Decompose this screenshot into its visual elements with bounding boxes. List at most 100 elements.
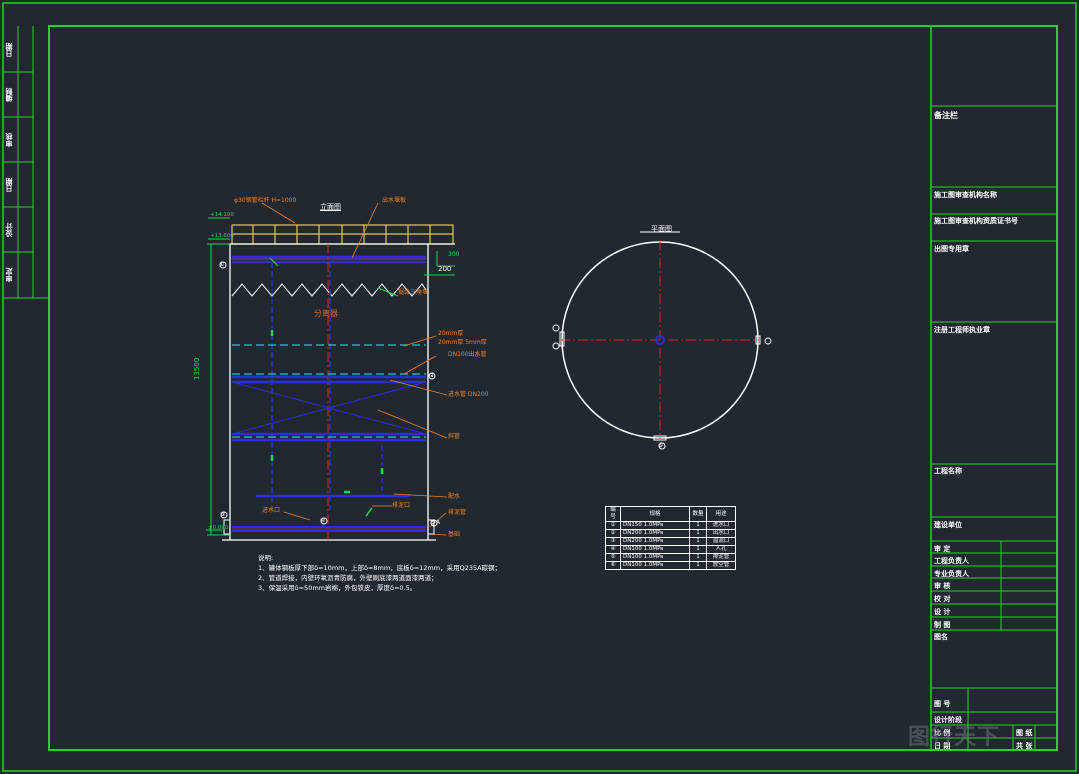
table-row: ⑤ DN100 1.0MPa 1 排泥管 <box>605 553 736 562</box>
notes-line-1: 1、罐体钢板厚下部δ=10mm，上部δ=8mm，底板δ=12mm，采用Q235A… <box>258 564 502 572</box>
level-bottom: ±0.000 <box>208 525 229 531</box>
center-pipe <box>271 262 331 510</box>
cell: DN150 1.0MPa <box>620 521 690 530</box>
level-mid: +13.600 <box>210 233 234 239</box>
remarks-box: 备注栏 <box>934 111 958 120</box>
cell: ① <box>605 521 621 530</box>
table-row: ① DN150 1.0MPa 1 进水口 <box>605 521 736 530</box>
th-use: 用途 <box>706 506 736 522</box>
th-no: 编号 <box>605 506 621 522</box>
callout-w9: 排泥管 <box>448 509 467 516</box>
table-row: ④ DN100 1.0MPa 1 人孔 <box>605 545 736 554</box>
drawing-name: 图名 <box>934 633 948 641</box>
cell: DN100 1.0MPa <box>620 545 690 554</box>
cell: ④ <box>605 545 621 554</box>
sign-row: 校 对 <box>932 592 1056 603</box>
cell: DN100 1.0MPa <box>620 561 690 570</box>
cell: 1 <box>689 521 707 530</box>
sign-role: 专业负责人 <box>934 570 969 578</box>
marker-6: ⑥ <box>658 442 664 449</box>
notes-line-2: 2、管道焊接，内壁环氧沥青防腐，外壁刷底漆两道面漆两道； <box>258 574 438 582</box>
cell: 1 <box>689 553 707 562</box>
callout-w2: 20mm厚 5mm厚 <box>438 339 487 346</box>
stamp-box: 出图专用章 <box>934 245 969 253</box>
pipe-table: 编号 规格 数量 用途 ① DN150 1.0MPa 1 进水口 ② DN200… <box>605 506 736 570</box>
callout-rail: φ30钢管栏杆 H=1000 <box>234 197 297 204</box>
cell: 1 <box>689 545 707 554</box>
callout-w8: 进水口 <box>262 507 281 514</box>
bottom-pipes <box>232 446 426 532</box>
info-value: 图 纸 <box>1016 729 1033 737</box>
info-value: 共 张 <box>1016 742 1033 750</box>
cell: ② <box>605 529 621 538</box>
section-mark: A <box>436 519 441 526</box>
height-dimension: 13500 <box>193 357 201 380</box>
th-qty: 数量 <box>689 506 707 522</box>
marker-2: ② <box>429 372 435 379</box>
cell: 进水口 <box>706 521 736 530</box>
cell: ⑤ <box>605 553 621 562</box>
sign-role: 设 计 <box>934 608 951 616</box>
callout-w5: 斜管 <box>448 433 461 440</box>
cell: 排泥管 <box>706 553 736 562</box>
cell: 1 <box>689 537 707 546</box>
marker-1: ① <box>219 261 225 268</box>
level-top: +14.100 <box>210 212 234 218</box>
sign-row: 设 计 <box>932 605 1056 616</box>
callout-w6: 配水 <box>448 493 461 500</box>
callout-leaders <box>261 202 448 536</box>
project-name: 工程名称 <box>934 467 962 475</box>
sign-role: 审 定 <box>934 545 951 553</box>
callout-w3: DN100出水管 <box>448 351 487 358</box>
cell: ③ <box>605 537 621 546</box>
railing <box>231 224 454 245</box>
notes-heading: 说明: <box>258 554 274 562</box>
cell: DN100 1.0MPa <box>620 553 690 562</box>
drawing-frame <box>2 2 1077 772</box>
side-label-1: 日期 <box>5 43 13 57</box>
cell: 溢流口 <box>706 537 736 546</box>
cell: 1 <box>689 529 707 538</box>
sign-row: 工程负责人 <box>932 554 1056 565</box>
sign-row: 制 图 <box>932 618 1056 629</box>
th-spec: 规格 <box>620 506 690 522</box>
callout-w4: 进水管 DN200 <box>448 391 489 398</box>
info-row: 图 号 <box>932 697 1056 708</box>
dim-top: 300 <box>448 251 460 258</box>
side-label-3: 审核 <box>5 133 13 147</box>
notes-block: 说明: 1、罐体钢板厚下部δ=10mm，上部δ=8mm，底板δ=12mm，采用Q… <box>258 553 501 593</box>
elevation-title: 立面图 <box>320 203 341 211</box>
plan-title: 平面图 <box>651 225 672 233</box>
callout-sawtooth: 锯齿三角堰 <box>398 289 429 296</box>
client-unit: 建设单位 <box>934 521 962 529</box>
cell: DN200 1.0MPa <box>620 529 690 538</box>
cell: ⑥ <box>605 561 621 570</box>
splitter-label: 分离器 <box>314 309 338 318</box>
callout-w10: 基础 <box>448 531 461 538</box>
cad-drawing <box>2 2 1077 772</box>
top-weir <box>232 255 426 264</box>
review-org: 施工图审查机构名称 <box>934 191 997 199</box>
side-label-5: 设计 <box>5 223 13 237</box>
side-label-4: 日期 <box>5 178 13 192</box>
table-row: ③ DN200 1.0MPa 1 溢流口 <box>605 537 736 546</box>
callout-w1: 20mm厚 <box>438 330 464 337</box>
sign-role: 工程负责人 <box>934 557 969 565</box>
table-row: ② DN200 1.0MPa 1 出水口 <box>605 529 736 538</box>
sign-role: 审 核 <box>934 582 951 590</box>
dim-200: 200 <box>438 265 452 273</box>
watermark: 图行天下 <box>908 725 1001 750</box>
info-label: 图 号 <box>934 700 951 708</box>
sign-row: 审 核 <box>932 579 1056 590</box>
sign-row: 审 定 <box>932 542 1056 553</box>
cell: 1 <box>689 561 707 570</box>
callout-w7: 排泥口 <box>392 502 411 509</box>
cell: 人孔 <box>706 545 736 554</box>
callout-weir: 出水堰板 <box>382 197 407 204</box>
engineer-stamp: 注册工程师执业章 <box>934 326 990 334</box>
water-levels <box>232 344 426 438</box>
table-header: 编号 规格 数量 用途 <box>605 506 736 522</box>
plan-view <box>552 231 772 450</box>
review-cert: 施工图审查机构资质证书号 <box>934 217 1018 225</box>
cell: DN200 1.0MPa <box>620 537 690 546</box>
